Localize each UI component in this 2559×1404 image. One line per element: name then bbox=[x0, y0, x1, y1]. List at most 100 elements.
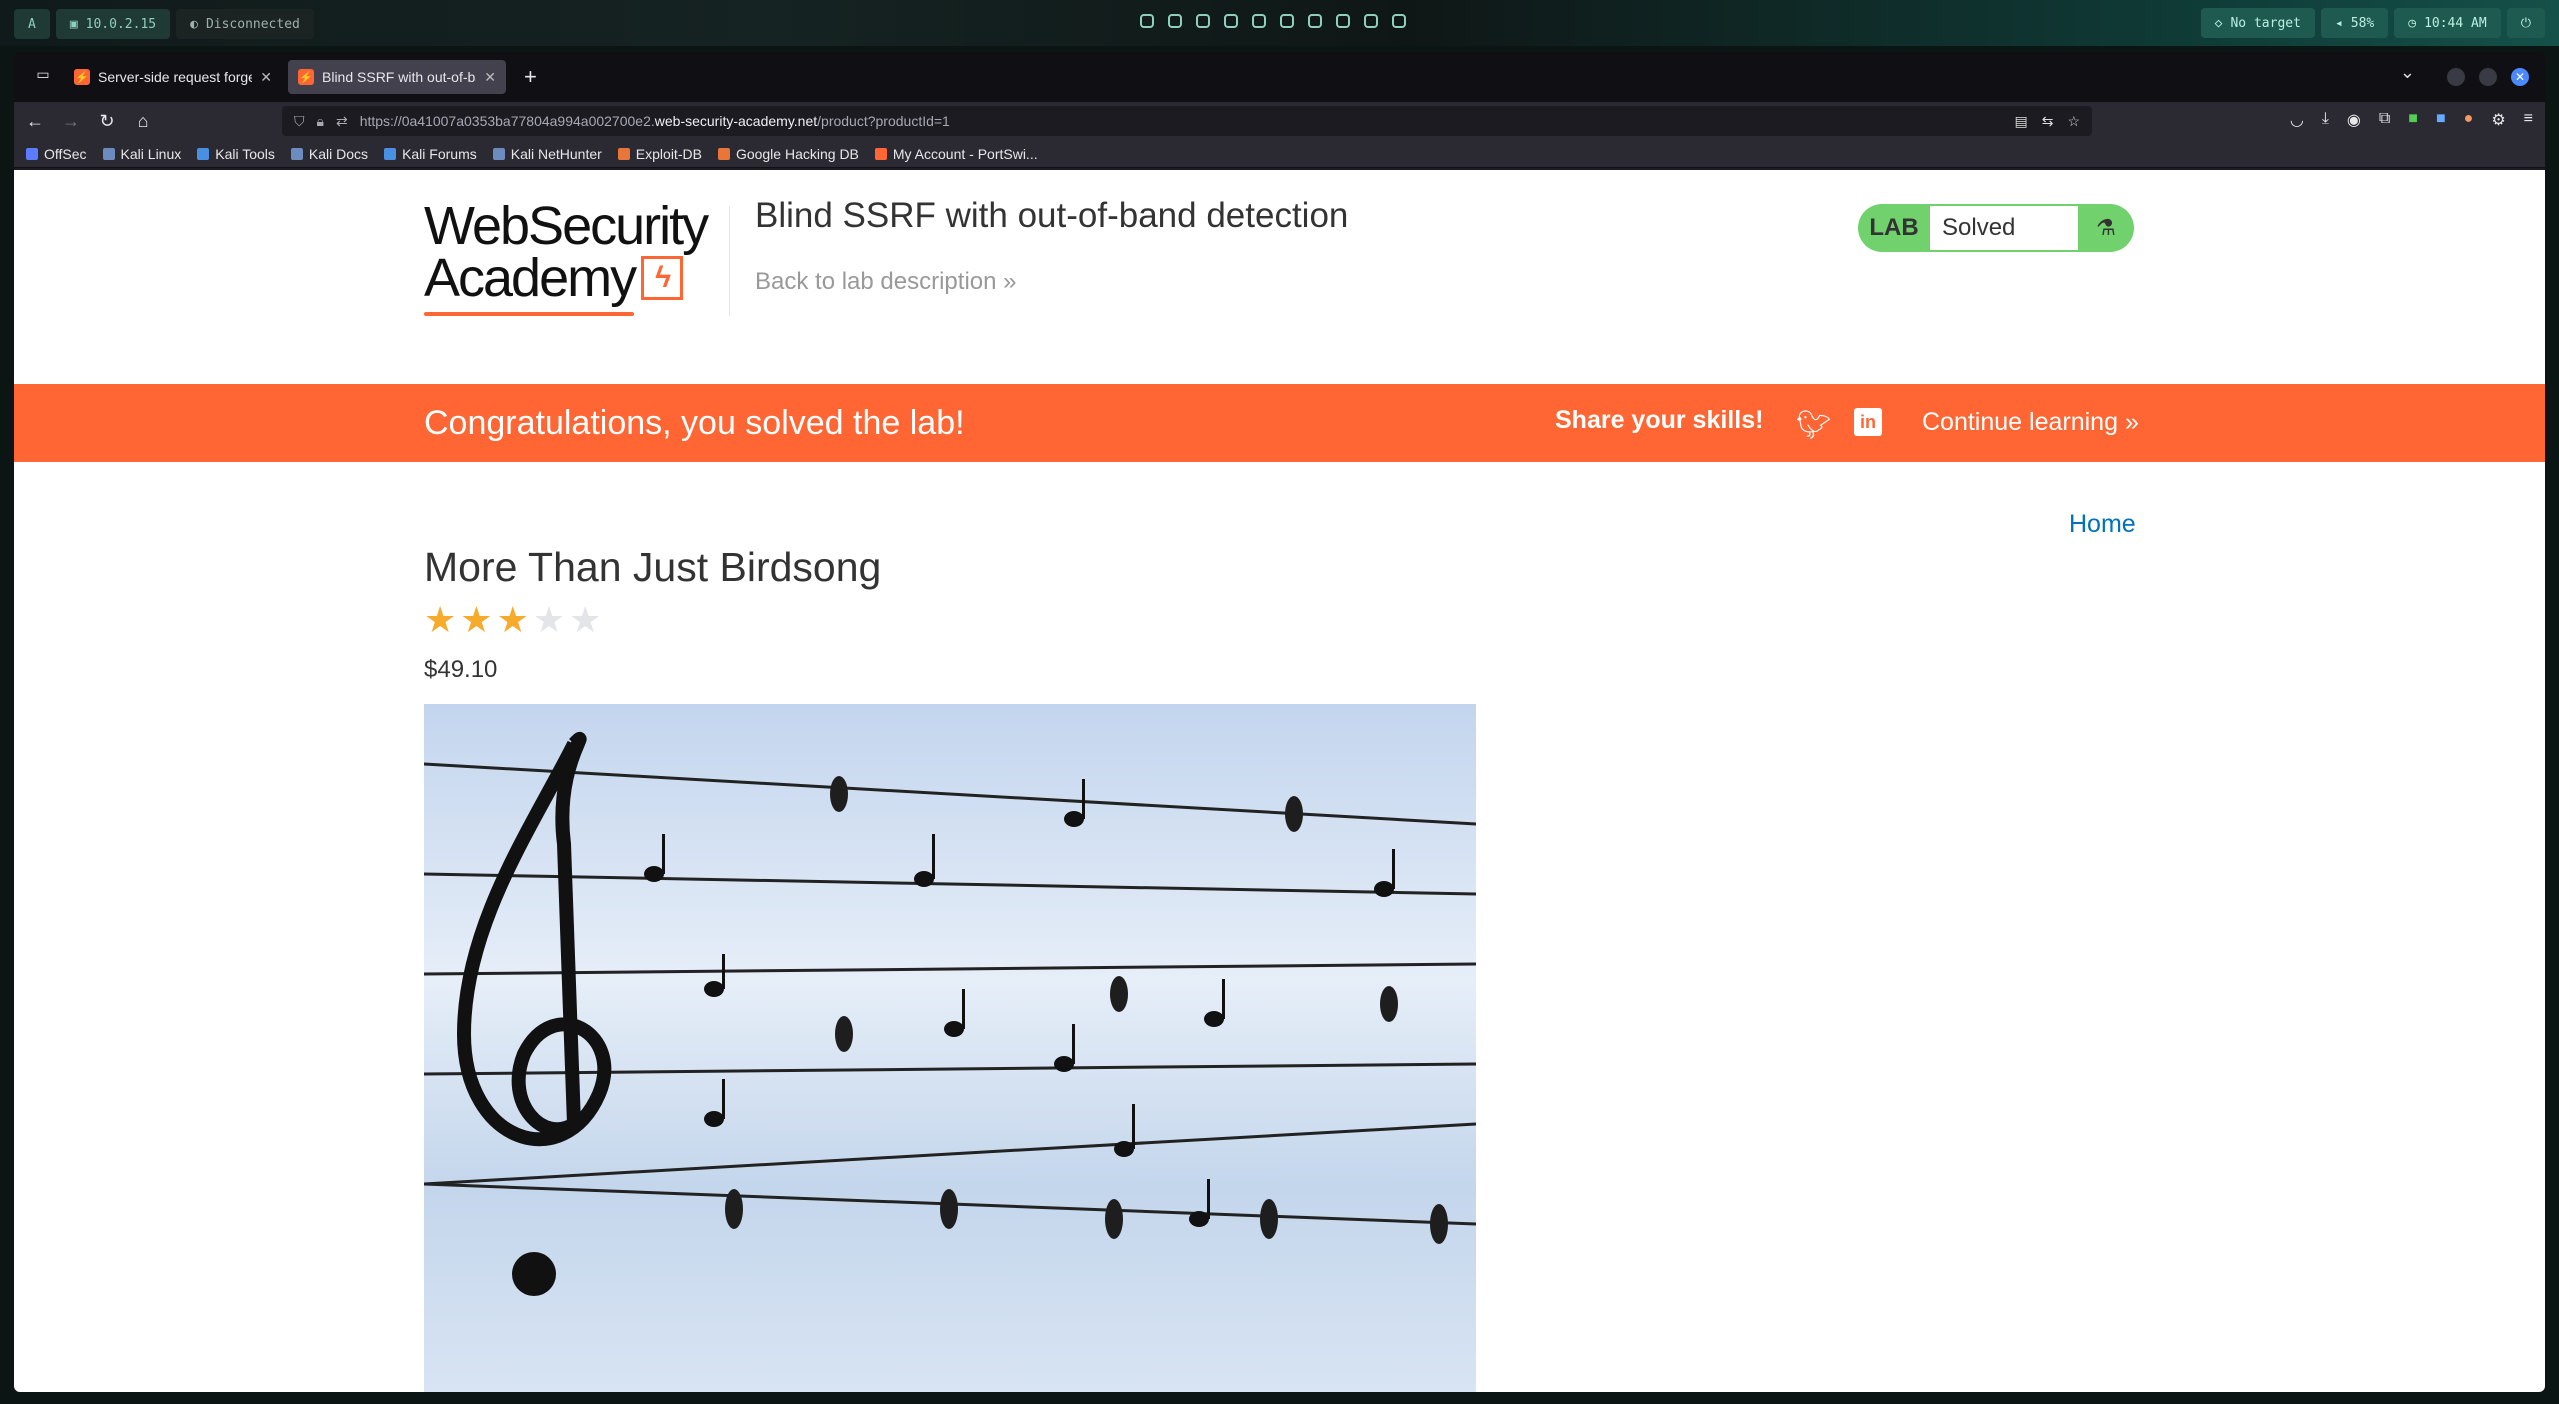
volume-icon: ◂ bbox=[2334, 15, 2343, 31]
vpn-widget[interactable]: ◐ Disconnected bbox=[176, 9, 314, 39]
bookmark-google-hacking-db[interactable]: Google Hacking DB bbox=[717, 145, 859, 162]
close-tab-icon[interactable]: ✕ bbox=[260, 69, 272, 86]
star-icon: ★ bbox=[496, 599, 529, 640]
back-arrow-icon[interactable]: ← bbox=[24, 111, 46, 132]
tab-title: Blind SSRF with out-of-band bbox=[322, 69, 476, 85]
account-icon[interactable]: ◉ bbox=[2347, 110, 2361, 130]
bookmark-label: Kali Forums bbox=[402, 145, 477, 162]
lock-icon[interactable]: 🔒︎ bbox=[317, 113, 324, 130]
workspace-2[interactable] bbox=[1168, 14, 1182, 28]
maximize-button[interactable] bbox=[2479, 68, 2497, 86]
workspace-4[interactable] bbox=[1224, 14, 1238, 28]
workspace-6[interactable] bbox=[1280, 14, 1294, 28]
tab-title: Server-side request forgery bbox=[98, 69, 253, 85]
url-bar[interactable]: ⛉ 🔒︎ ⇄ https://0a41007a0353ba77804a994a0… bbox=[282, 106, 2092, 136]
workspace-1[interactable] bbox=[1140, 14, 1154, 28]
bookmark-my-account[interactable]: My Account - PortSwi... bbox=[874, 146, 1038, 162]
downloads-icon[interactable]: ⤓ bbox=[2322, 110, 2329, 130]
reader-view-icon[interactable]: ▤ bbox=[2014, 113, 2027, 130]
permissions-icon[interactable]: ⇄ bbox=[336, 113, 348, 130]
kali-icon bbox=[384, 147, 397, 160]
bookmark-kali-linux[interactable]: Kali Linux bbox=[102, 146, 181, 162]
product-rating: ★ ★ ★ ★ ★ bbox=[424, 602, 601, 638]
clock-widget[interactable]: ◷ 10:44 AM bbox=[2394, 8, 2501, 38]
minimize-button[interactable] bbox=[2447, 68, 2465, 86]
logo-line2: Academy bbox=[424, 248, 637, 308]
desktop-right-widgets: ◇ No target ◂ 58% ◷ 10:44 AM ⏻ bbox=[2200, 8, 2545, 38]
desktop-top-bar: A ▣ 10.0.2.15 ◐ Disconnected ◇ No target ◂ 5… bbox=[0, 0, 2559, 46]
extension-settings-icon[interactable]: ⚙ bbox=[2491, 110, 2505, 130]
workspace-3[interactable] bbox=[1196, 14, 1210, 28]
bookmark-kali-forums[interactable]: Kali Forums bbox=[384, 146, 477, 162]
target-label: No target bbox=[2230, 15, 2301, 31]
ghdb-icon bbox=[717, 147, 730, 160]
workspace-switcher bbox=[1140, 14, 1406, 28]
bookmark-label: OffSec bbox=[44, 145, 87, 162]
portswigger-favicon-icon: ⚡ bbox=[298, 69, 314, 85]
list-all-tabs-icon[interactable]: ⌄ bbox=[2400, 62, 2415, 83]
kali-icon bbox=[290, 147, 303, 160]
tab-blind-ssrf[interactable]: ⚡ Blind SSRF with out-of-band ✕ bbox=[288, 60, 506, 94]
workspace-7[interactable] bbox=[1308, 14, 1322, 28]
new-tab-button[interactable]: + bbox=[512, 64, 549, 90]
reload-icon[interactable]: ↻ bbox=[96, 111, 118, 132]
kali-menu-button[interactable]: A bbox=[14, 9, 50, 39]
tracking-shield-icon[interactable]: ⛉ bbox=[294, 113, 305, 130]
tab-bar: ▭ ⚡ Server-side request forgery ✕ ⚡ Blin… bbox=[14, 52, 2545, 102]
clock-icon: ◷ bbox=[2408, 15, 2417, 31]
bookmark-star-icon[interactable]: ☆ bbox=[2067, 113, 2080, 130]
translate-icon[interactable]: ⇆ bbox=[2042, 113, 2054, 130]
forward-arrow-icon[interactable]: → bbox=[60, 111, 82, 132]
bookmark-kali-docs[interactable]: Kali Docs bbox=[290, 145, 369, 162]
workspace-8[interactable] bbox=[1336, 14, 1350, 28]
solved-banner: Congratulations, you solved the lab! Sha… bbox=[14, 384, 2545, 462]
tab-ssrf[interactable]: ⚡ Server-side request forgery ✕ bbox=[64, 60, 282, 94]
pocket-icon[interactable]: ◡ bbox=[2290, 110, 2304, 130]
desktop-left-widgets: A ▣ 10.0.2.15 ◐ Disconnected bbox=[14, 8, 314, 40]
extensions-icon[interactable]: ⧉ bbox=[2379, 110, 2390, 130]
bookmark-label: Kali Docs bbox=[308, 145, 369, 162]
close-tab-icon[interactable]: ✕ bbox=[484, 69, 496, 86]
home-icon[interactable]: ⌂ bbox=[132, 111, 154, 132]
extension-orange-icon[interactable]: ● bbox=[2464, 110, 2474, 130]
bookmark-kali-tools[interactable]: Kali Tools bbox=[197, 146, 275, 162]
extension-blue-icon[interactable]: ■ bbox=[2436, 110, 2446, 130]
workspace-9[interactable] bbox=[1364, 14, 1378, 28]
star-icon: ★ bbox=[460, 599, 493, 640]
logo-underline bbox=[424, 312, 634, 316]
kali-icon: A bbox=[28, 16, 36, 32]
shield-icon: ◐ bbox=[190, 16, 198, 32]
lab-status-badge: LAB Solved ⚗ bbox=[1858, 204, 2134, 252]
continue-learning-label: Continue learning bbox=[1922, 408, 2118, 436]
home-link[interactable]: Home bbox=[2069, 510, 2136, 539]
bookmark-label: Google Hacking DB bbox=[735, 145, 859, 162]
power-button[interactable]: ⏻ bbox=[2506, 8, 2545, 38]
workspace-5[interactable] bbox=[1252, 14, 1266, 28]
ip-widget[interactable]: ▣ 10.0.2.15 bbox=[55, 9, 171, 39]
back-to-lab-description-link[interactable]: Back to lab description » bbox=[755, 268, 1017, 296]
toolbar-extensions: ◡ ⤓ ◉ ⧉ ■ ■ ● ⚙ ≡ bbox=[2290, 110, 2533, 130]
bookmark-exploit-db[interactable]: Exploit-DB bbox=[617, 146, 702, 162]
bookmark-kali-nethunter[interactable]: Kali NetHunter bbox=[492, 146, 602, 162]
window-controls: ✕ bbox=[2447, 68, 2529, 86]
kali-icon bbox=[102, 147, 115, 160]
volume-widget[interactable]: ◂ 58% bbox=[2320, 8, 2389, 38]
web-security-academy-logo[interactable]: WebSecurity Academy ϟ bbox=[424, 196, 709, 320]
twitter-icon[interactable]: 🐦︎ bbox=[1796, 408, 1832, 441]
tab-overview-icon[interactable]: ▭ bbox=[32, 66, 54, 83]
workspace-10[interactable] bbox=[1392, 14, 1406, 28]
offsec-icon bbox=[26, 147, 38, 160]
logo-line1: WebSecurity bbox=[424, 196, 709, 256]
continue-learning-link[interactable]: Continue learning » bbox=[1922, 408, 2139, 437]
menu-icon[interactable]: ≡ bbox=[2524, 110, 2533, 130]
target-widget[interactable]: ◇ No target bbox=[2200, 8, 2315, 38]
congrats-text: Congratulations, you solved the lab! bbox=[424, 404, 965, 442]
extension-green-icon[interactable]: ■ bbox=[2408, 110, 2418, 130]
nav-toolbar: ← → ↻ ⌂ ⛉ 🔒︎ ⇄ https://0a41007a0353ba778… bbox=[14, 102, 2545, 140]
double-chevron-right-icon: » bbox=[1003, 268, 1017, 295]
bookmark-offsec[interactable]: OffSec bbox=[26, 146, 87, 162]
lab-title: Blind SSRF with out-of-band detection bbox=[755, 196, 1349, 235]
star-icon: ★ bbox=[532, 599, 566, 640]
close-window-button[interactable]: ✕ bbox=[2511, 68, 2529, 86]
linkedin-icon[interactable]: in bbox=[1854, 408, 1882, 436]
